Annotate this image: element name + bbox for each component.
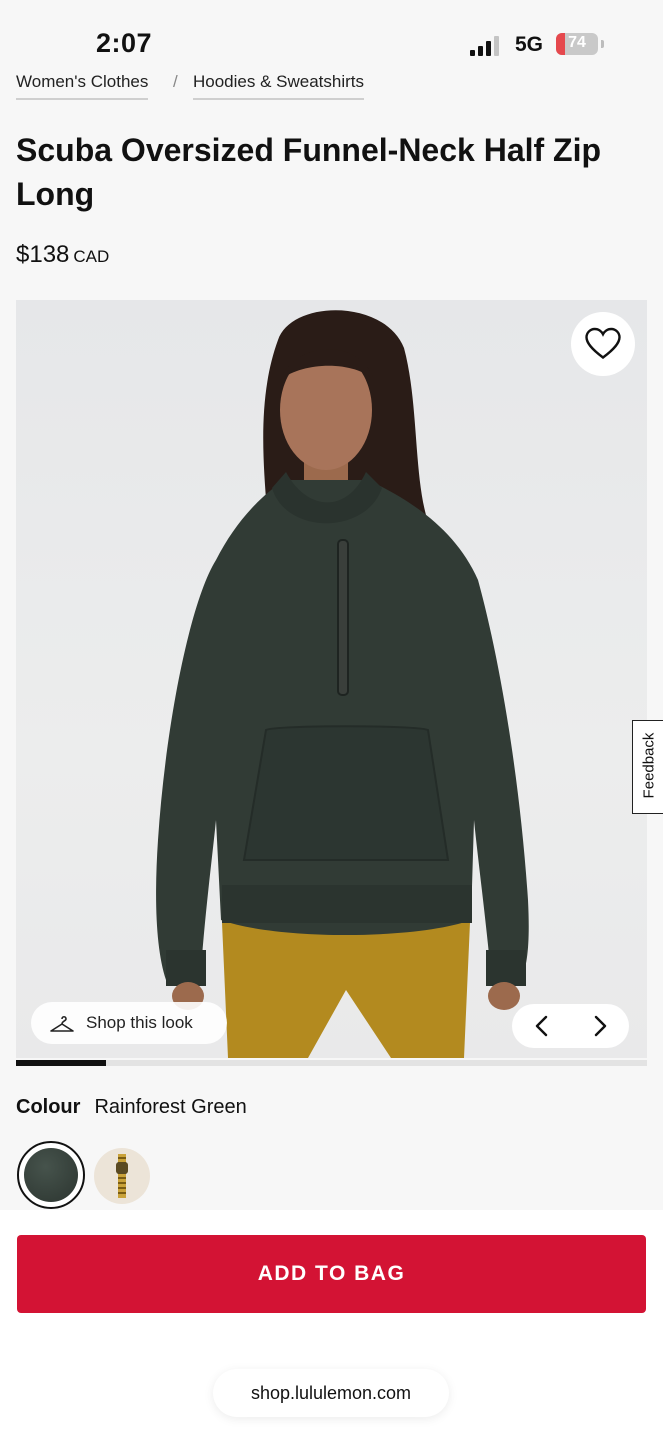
status-time: 2:07 <box>96 28 153 58</box>
feedback-tab[interactable]: Feedback <box>632 720 663 814</box>
status-bar: 2:07 5G 74 <box>0 0 663 80</box>
url-text: shop.lululemon.com <box>250 1383 412 1403</box>
chevron-left-icon <box>535 1015 548 1037</box>
battery-icon: 74 <box>556 33 598 55</box>
carousel-nav <box>512 1004 629 1048</box>
gallery-progress-bar <box>16 1060 647 1066</box>
hanger-icon <box>50 1015 74 1032</box>
add-to-bag-button[interactable]: ADD TO BAG <box>17 1235 646 1313</box>
product-price: $138 CAD <box>16 241 109 269</box>
shop-this-look-label: Shop this look <box>86 1013 193 1032</box>
colour-swatch-rainforest-green[interactable] <box>17 1141 85 1209</box>
heart-icon <box>585 327 621 360</box>
colour-row: Colour Rainforest Green <box>16 1096 247 1119</box>
breadcrumb-hoodies-sweatshirts[interactable]: Hoodies & Sweatshirts <box>193 72 365 100</box>
breadcrumb-separator: / <box>173 72 178 91</box>
browser-url-bar[interactable]: shop.lululemon.com <box>213 1369 449 1417</box>
product-title: Scuba Oversized Funnel-Neck Half Zip Lon… <box>16 132 602 212</box>
battery-cap <box>601 40 604 48</box>
feedback-label: Feedback <box>640 732 658 799</box>
price-amount: $138 <box>16 241 70 268</box>
swatch-fill <box>24 1148 78 1202</box>
gallery-progress-fill <box>16 1060 107 1066</box>
colour-name: Rainforest Green <box>94 1096 247 1118</box>
carousel-next-button[interactable] <box>570 1004 628 1048</box>
colour-label: Colour <box>16 1096 81 1118</box>
signal-icon <box>470 36 506 56</box>
zipper-icon <box>116 1154 128 1198</box>
shop-this-look-button[interactable]: Shop this look <box>31 1002 227 1044</box>
product-image-gallery[interactable] <box>16 300 647 1058</box>
chevron-right-icon <box>594 1015 607 1037</box>
network-label: 5G <box>515 33 544 56</box>
breadcrumb-womens-clothes[interactable]: Women's Clothes <box>16 72 149 100</box>
carousel-prev-button[interactable] <box>512 1004 570 1048</box>
wishlist-button[interactable] <box>571 312 635 376</box>
battery-level: 74 <box>568 34 586 51</box>
product-photo <box>156 310 529 1058</box>
zipper-detail-swatch[interactable] <box>94 1148 150 1204</box>
price-currency: CAD <box>73 247 110 266</box>
